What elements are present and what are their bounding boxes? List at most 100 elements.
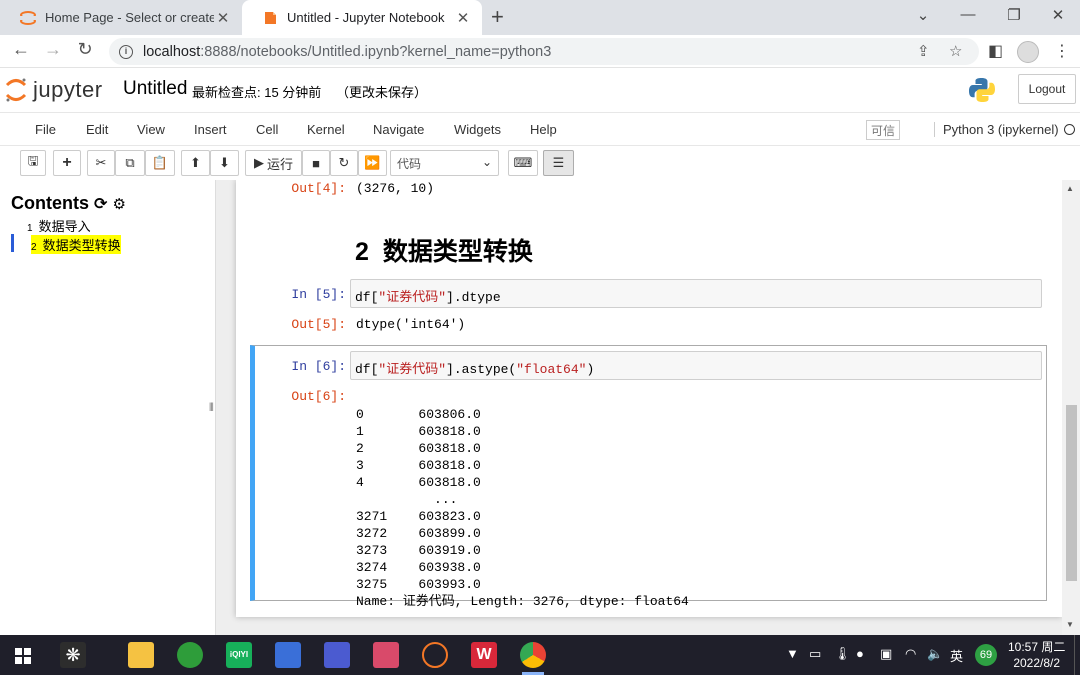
output-line: 3275 603993.0 (356, 577, 481, 592)
bookmark-star-icon[interactable]: ☆ (949, 42, 962, 60)
chrome-icon[interactable] (520, 642, 546, 668)
scroll-up-icon[interactable]: ▲ (1066, 184, 1074, 193)
windows-taskbar: ❋ iQIYI W ▼ ▭ 🌡 ● ▣ ◠ 🔈 英 69 10:57 周二 202… (0, 635, 1080, 675)
interrupt-button[interactable]: ■ (302, 150, 330, 176)
scrollbar-thumb[interactable] (1066, 405, 1077, 581)
restart-run-all-button[interactable]: ⏩ (358, 150, 387, 176)
file-explorer-icon[interactable] (128, 642, 154, 668)
jupyter-header: jupyter Untitled 最新检查点: 15 分钟前 （更改未保存） L… (0, 68, 1080, 112)
checkpoint-status: 最新检查点: 15 分钟前 (192, 85, 322, 100)
output-line: ... (356, 492, 481, 507)
notebook-toolbar: 🖫 + ✂ ⧉ 📋 ⬆ ⬇ ▶ 运行 ■ ↻ ⏩ 代码 ⌄ ⌨ ☰ (0, 146, 1080, 180)
gear-icon[interactable]: ⚙ (112, 196, 125, 213)
jupyter-taskbar-icon[interactable] (422, 642, 448, 668)
page-scrollbar[interactable]: ▲ ▼ (1062, 180, 1080, 635)
tray-v-icon[interactable]: ▼ (786, 646, 799, 661)
move-up-button[interactable]: ⬆ (181, 150, 210, 176)
more-vert-icon[interactable]: ⋮ (1054, 41, 1070, 61)
menu-view[interactable]: View (137, 122, 165, 137)
menu-widgets[interactable]: Widgets (454, 122, 501, 137)
scroll-down-icon[interactable]: ▼ (1066, 620, 1074, 629)
toc-item-data-import[interactable]: 1 数据导入 (27, 216, 91, 235)
calendar-app-icon[interactable] (275, 642, 301, 668)
side-panel-icon[interactable]: ◧ (988, 41, 1003, 61)
tray-network-icon[interactable]: ▣ (880, 646, 892, 662)
insert-cell-button[interactable]: + (53, 150, 81, 176)
save-button[interactable]: 🖫 (20, 150, 46, 176)
notebook-page: Out[4]: (3276, 10) 2 数据类型转换 In [5]: df["… (236, 180, 1062, 617)
refresh-icon[interactable]: ⟳ (94, 196, 107, 213)
browser-tab-title: Untitled - Jupyter Notebook (287, 10, 445, 25)
new-tab-icon[interactable]: + (491, 5, 504, 29)
cut-button[interactable]: ✂ (87, 150, 115, 176)
windows-start-icon[interactable] (15, 648, 31, 664)
close-icon[interactable]: ✕ (214, 9, 232, 27)
browser-tab-home[interactable]: Home Page - Select or create a notebook … (0, 0, 242, 35)
ime-indicator[interactable]: 英 (950, 646, 963, 665)
save-icon: 🖫 (27, 153, 39, 168)
menu-insert[interactable]: Insert (194, 122, 227, 137)
address-bar[interactable]: i localhost:8888/notebooks/Untitled.ipyn… (109, 38, 979, 65)
iqiyi-icon[interactable]: iQIYI (226, 642, 252, 668)
cell-type-select[interactable]: 代码 ⌄ (390, 150, 499, 176)
run-button[interactable]: ▶ 运行 (245, 150, 302, 176)
back-arrow-icon[interactable]: ← (8, 39, 34, 60)
chevron-down-icon: ⌄ (481, 155, 492, 169)
calendar-17-icon[interactable] (324, 642, 350, 668)
jupyter-logo[interactable]: jupyter (5, 77, 103, 103)
system-clock[interactable]: 10:57 周二 2022/8/2 (1008, 639, 1065, 671)
minimize-icon[interactable]: — (953, 6, 983, 23)
menu-file[interactable]: File (35, 122, 56, 137)
plus-icon: + (62, 154, 72, 171)
sidebar-resize-handle[interactable]: ⦀ (209, 402, 214, 415)
close-icon[interactable]: ✕ (454, 9, 472, 27)
trusted-indicator[interactable]: 可信 (866, 120, 900, 140)
move-down-button[interactable]: ⬇ (210, 150, 239, 176)
keyboard-icon: ⌨ (513, 155, 533, 170)
tray-monitor-icon[interactable]: ▭ (809, 646, 821, 662)
save-status: （更改未保存） (336, 85, 428, 100)
wps-icon[interactable]: W (471, 642, 497, 668)
browser-green-icon[interactable] (177, 642, 203, 668)
forward-arrow-icon[interactable]: → (40, 39, 66, 60)
jupyter-favicon-icon (20, 10, 36, 25)
profile-avatar[interactable] (1017, 41, 1039, 63)
tab-search-chevron-down-icon[interactable]: ⌄ (908, 6, 938, 24)
xmind-icon[interactable] (373, 642, 399, 668)
notebook-name[interactable]: Untitled (123, 78, 187, 100)
code-cell-input[interactable]: df["证券代码"].astype("float64") (350, 351, 1042, 380)
logout-button[interactable]: Logout (1018, 74, 1076, 104)
tray-green-icon[interactable]: ● (856, 646, 864, 661)
thermometer-icon[interactable]: 🌡 (834, 646, 851, 662)
command-palette-button[interactable]: ⌨ (508, 150, 538, 176)
share-icon[interactable]: ⇪ (917, 42, 930, 60)
code-cell-input[interactable]: df["证券代码"].dtype (350, 279, 1042, 308)
restore-icon[interactable]: ❐ (999, 6, 1029, 24)
site-info-icon[interactable]: i (119, 44, 133, 59)
menu-cell[interactable]: Cell (256, 122, 278, 137)
toc-title-text: Contents (11, 193, 89, 213)
window-close-icon[interactable]: ✕ (1043, 6, 1073, 24)
code-token: ].dtype (446, 290, 501, 305)
scissors-icon: ✂ (95, 155, 107, 170)
copy-button[interactable]: ⧉ (115, 150, 145, 176)
output-prompt: Out[6]: (291, 389, 346, 404)
menu-navigate[interactable]: Navigate (373, 122, 424, 137)
menu-kernel[interactable]: Kernel (307, 122, 345, 137)
code-string: "证券代码" (378, 362, 447, 377)
kernel-name: Python 3 (ipykernel) (934, 122, 1059, 137)
volume-icon[interactable]: 🔈 (927, 646, 943, 662)
notebook-area: Contents ⟳ ⚙ 1 数据导入 2 数据类型转换 ⦀ Out[4]: (32… (0, 180, 1080, 635)
wifi-icon[interactable]: ◠ (905, 646, 916, 662)
reload-icon[interactable]: ↻ (72, 39, 98, 60)
toc-item-type-conversion[interactable]: 2 数据类型转换 (31, 235, 121, 254)
paste-button[interactable]: 📋 (145, 150, 175, 176)
app-swirl-icon[interactable]: ❋ (60, 642, 86, 668)
browser-tab-notebook[interactable]: Untitled - Jupyter Notebook ✕ (242, 0, 482, 35)
menu-help[interactable]: Help (530, 122, 557, 137)
show-desktop-button[interactable] (1074, 635, 1080, 675)
restart-button[interactable]: ↻ (330, 150, 358, 176)
menu-edit[interactable]: Edit (86, 122, 108, 137)
notification-badge[interactable]: 69 (975, 644, 997, 666)
toc-toggle-button[interactable]: ☰ (543, 150, 574, 176)
